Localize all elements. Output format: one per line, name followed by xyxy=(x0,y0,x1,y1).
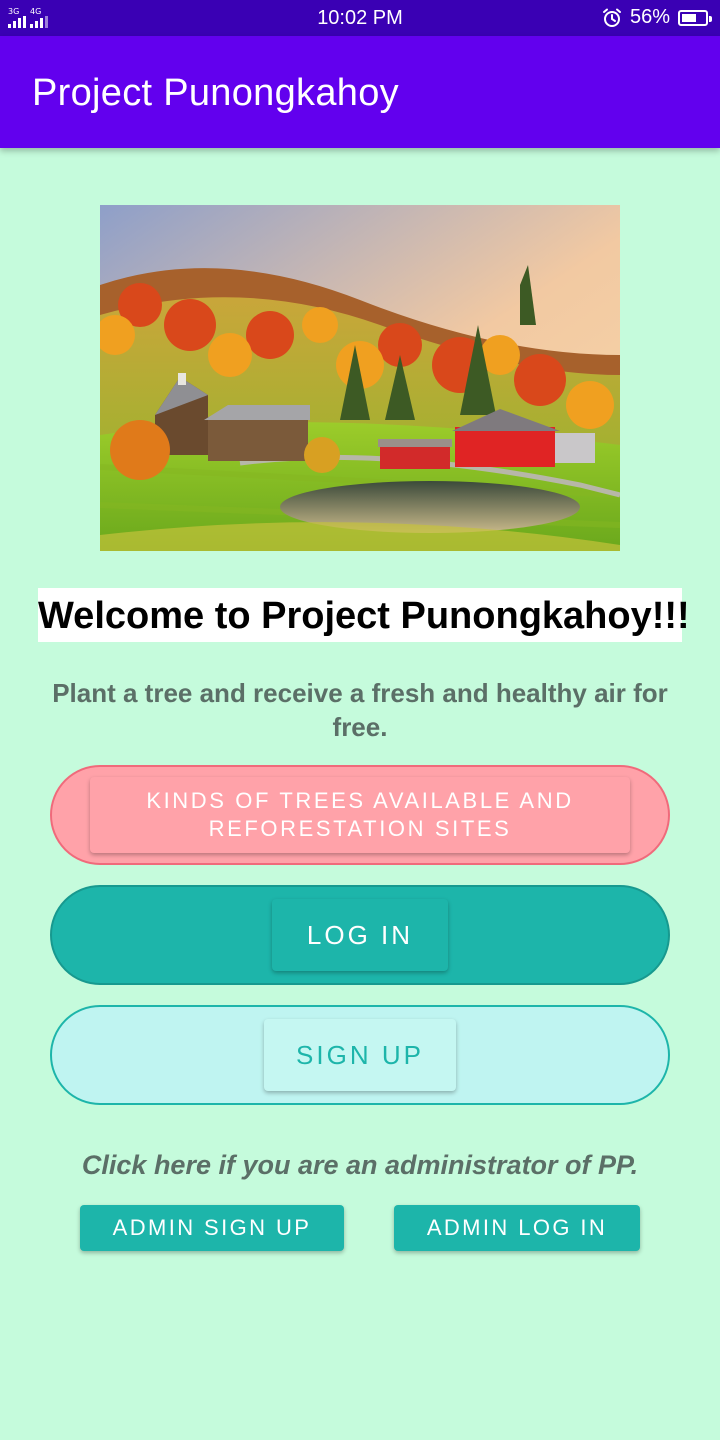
admin-note-link[interactable]: Click here if you are an administrator o… xyxy=(40,1150,680,1181)
trees-and-sites-button[interactable]: Kinds of trees available and reforestati… xyxy=(90,777,630,853)
alarm-icon xyxy=(602,8,621,27)
battery-icon xyxy=(678,9,712,26)
welcome-heading: Welcome to Project Punongkahoy!!! xyxy=(38,588,690,642)
admin-login-button[interactable]: Admin log in xyxy=(394,1205,640,1251)
autumn-farm-landscape-image xyxy=(100,205,620,551)
admin-signup-button[interactable]: Admin sign up xyxy=(80,1205,344,1251)
hero-image xyxy=(100,205,620,551)
status-bar: 3G 4G 10:02 PM 56% xyxy=(0,0,720,36)
signup-button[interactable]: Sign up xyxy=(264,1019,456,1091)
app-title: Project Punongkahoy xyxy=(32,72,399,114)
tagline-text: Plant a tree and receive a fresh and hea… xyxy=(52,678,668,742)
battery-percent: 56% xyxy=(629,6,670,28)
app-bar: Project Punongkahoy xyxy=(0,36,720,148)
status-right-group: 56% xyxy=(602,6,712,29)
login-button[interactable]: Log in xyxy=(272,899,448,971)
